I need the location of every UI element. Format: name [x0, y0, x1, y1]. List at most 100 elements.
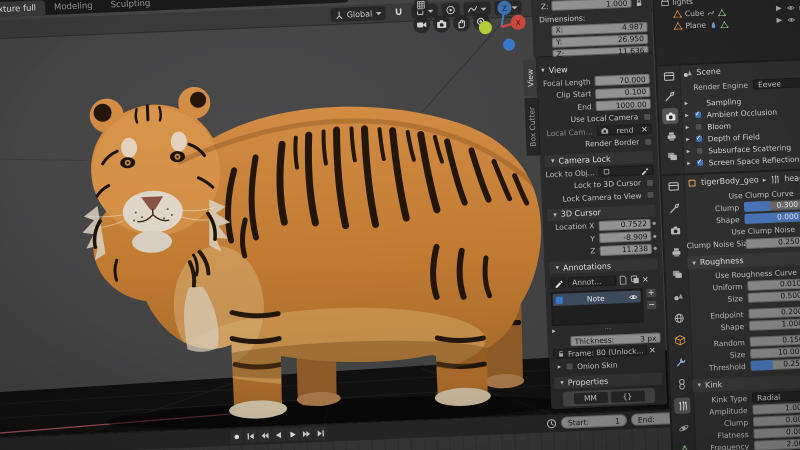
frame-start-field[interactable]: Start: 1 [560, 414, 628, 429]
tab-object-properties[interactable] [671, 331, 688, 348]
property-field[interactable]: 1.000 [748, 318, 800, 331]
property-field[interactable]: 0.250 [750, 358, 800, 371]
tab-constraint-properties[interactable] [673, 375, 690, 392]
section-checkbox[interactable] [695, 158, 704, 167]
next-keyframe-button[interactable] [299, 427, 314, 441]
tab-scene-properties[interactable] [669, 288, 686, 305]
lock-camera-to-view-checkbox[interactable] [646, 190, 655, 200]
navigation-gizmo[interactable]: Z X [474, 0, 528, 54]
breadcrumb-particle-system[interactable]: headFur [784, 173, 800, 183]
use-local-camera-checkbox[interactable] [643, 112, 652, 121]
sidebar-tab-view[interactable]: View [522, 59, 539, 97]
cursor-value-field[interactable]: 11.238 [599, 243, 653, 256]
tab-view-layer-properties[interactable] [669, 266, 686, 283]
tab-modifier-properties[interactable] [672, 353, 689, 370]
tab-render-properties[interactable] [667, 222, 684, 239]
value-field[interactable]: 0.100 [594, 86, 651, 99]
caret-right-icon[interactable]: ▸ [557, 363, 561, 371]
kink-type-dropdown[interactable]: Radial [751, 390, 800, 403]
new-annotation-icon[interactable] [618, 275, 628, 285]
close-icon[interactable]: ✕ [642, 275, 649, 284]
tab-output-properties[interactable] [668, 244, 685, 261]
close-icon[interactable]: ✕ [649, 345, 656, 354]
property-field[interactable]: 0.000 [753, 426, 800, 439]
eye-icon[interactable] [787, 4, 795, 12]
property-field[interactable]: 0.000 [752, 414, 800, 427]
eye-icon[interactable] [629, 292, 638, 301]
property-field[interactable]: 10.000 [750, 346, 800, 359]
workspace-tab[interactable]: Modeling [45, 0, 102, 15]
tab-view-layer-properties[interactable] [664, 148, 681, 165]
tab-physics-properties[interactable] [675, 419, 692, 436]
caret-right-icon[interactable]: ▸ [686, 123, 690, 131]
tab-tool-properties[interactable] [666, 200, 683, 217]
jump-start-button[interactable] [244, 429, 258, 444]
lock-to-object-field[interactable] [598, 164, 654, 178]
section-checkbox[interactable] [695, 146, 704, 155]
render-border-checkbox[interactable] [644, 137, 653, 146]
animate-decorator-icon[interactable] [653, 246, 658, 251]
clump-noise-size-field[interactable]: 0.250 [745, 236, 800, 249]
lock-to-3d-cursor-checkbox[interactable] [645, 178, 655, 187]
kink-panel-header[interactable]: ▾ Kink [692, 372, 800, 392]
caret-right-icon[interactable]: ▸ [685, 99, 689, 107]
layer-color-swatch[interactable] [555, 296, 563, 304]
grid-overlay-button[interactable] [414, 0, 428, 12]
cursor-value-field[interactable]: 0.7522 [598, 218, 652, 231]
scale-z-field[interactable]: 1.000 [551, 0, 632, 11]
caret-right-icon[interactable]: ▸ [685, 111, 689, 119]
mm-button[interactable]: MM [573, 391, 608, 405]
section-checkbox[interactable] [694, 134, 703, 143]
cursor-value-field[interactable]: -8.909 [598, 230, 652, 244]
property-slider[interactable]: 0.300 [743, 199, 800, 212]
annotation-tool-dropdown[interactable] [549, 276, 567, 290]
value-field[interactable]: 70.000 [594, 73, 650, 87]
caret-right-icon[interactable]: ▸ [687, 159, 691, 167]
tab-output-properties[interactable] [663, 128, 680, 145]
property-field[interactable]: 0.010 [747, 278, 800, 291]
duplicate-annotation-icon[interactable] [630, 274, 640, 284]
section-checkbox[interactable] [693, 110, 702, 120]
add-layer-button[interactable]: + [645, 287, 657, 299]
property-slider[interactable]: 0.000 [744, 211, 800, 224]
selectable-toggle-icon[interactable] [775, 16, 783, 24]
prev-keyframe-button[interactable] [257, 428, 272, 443]
tab-render-properties[interactable] [661, 107, 679, 125]
value-field[interactable]: 1000.00 [595, 98, 651, 112]
braces-button[interactable]: {} [610, 390, 645, 403]
property-field[interactable]: 1.000 [752, 402, 800, 415]
annotation-layers-list[interactable]: Note [550, 288, 644, 327]
tab-object-data-properties[interactable] [676, 441, 693, 450]
transform-orientation-dropdown[interactable]: Global [330, 5, 386, 23]
snap-toggle-button[interactable] [388, 4, 408, 20]
lock-icon[interactable] [634, 0, 643, 7]
gizmo-minus-z-ball[interactable] [503, 38, 516, 51]
caret-right-icon[interactable]: ▸ [687, 147, 691, 155]
breadcrumb-object[interactable]: tigerBody_geo [701, 175, 759, 186]
close-icon[interactable]: ✕ [641, 124, 648, 133]
onion-skin-checkbox[interactable] [564, 362, 574, 371]
selectable-toggle-icon[interactable] [775, 4, 783, 12]
animate-decorator-icon[interactable] [652, 233, 657, 238]
editor-type-selector[interactable] [660, 68, 677, 85]
outliner[interactable]: shading mask shading mask ctrl_previs su… [652, 0, 800, 65]
tab-particle-properties[interactable] [674, 397, 691, 415]
tab-tool-properties[interactable] [661, 88, 678, 105]
property-field[interactable]: 0.150 [749, 334, 800, 347]
render-engine-dropdown[interactable]: Eevee [752, 76, 800, 90]
gizmo-y-axis-ball[interactable] [478, 21, 493, 35]
section-checkbox[interactable] [694, 122, 703, 131]
jump-end-button[interactable] [313, 426, 328, 441]
eye-icon[interactable] [787, 16, 795, 24]
animate-decorator-icon[interactable] [652, 221, 657, 226]
properties-subpanel-header[interactable]: ▾ Properties [554, 372, 663, 390]
annotation-layer-row[interactable]: Note [552, 290, 642, 307]
annotation-layer-field[interactable]: Annot... [567, 275, 617, 288]
property-field[interactable]: 0.500 [747, 290, 800, 303]
editor-type-selector[interactable] [665, 178, 682, 195]
play-reverse-button[interactable] [271, 428, 286, 442]
local-camera-field[interactable]: rend ✕ [596, 123, 652, 137]
3d-viewport[interactable]: Global Texture full Modeling Sculpting Z… [0, 0, 670, 438]
tiger-3d-model[interactable] [33, 37, 574, 438]
tab-world-properties[interactable] [670, 309, 687, 326]
